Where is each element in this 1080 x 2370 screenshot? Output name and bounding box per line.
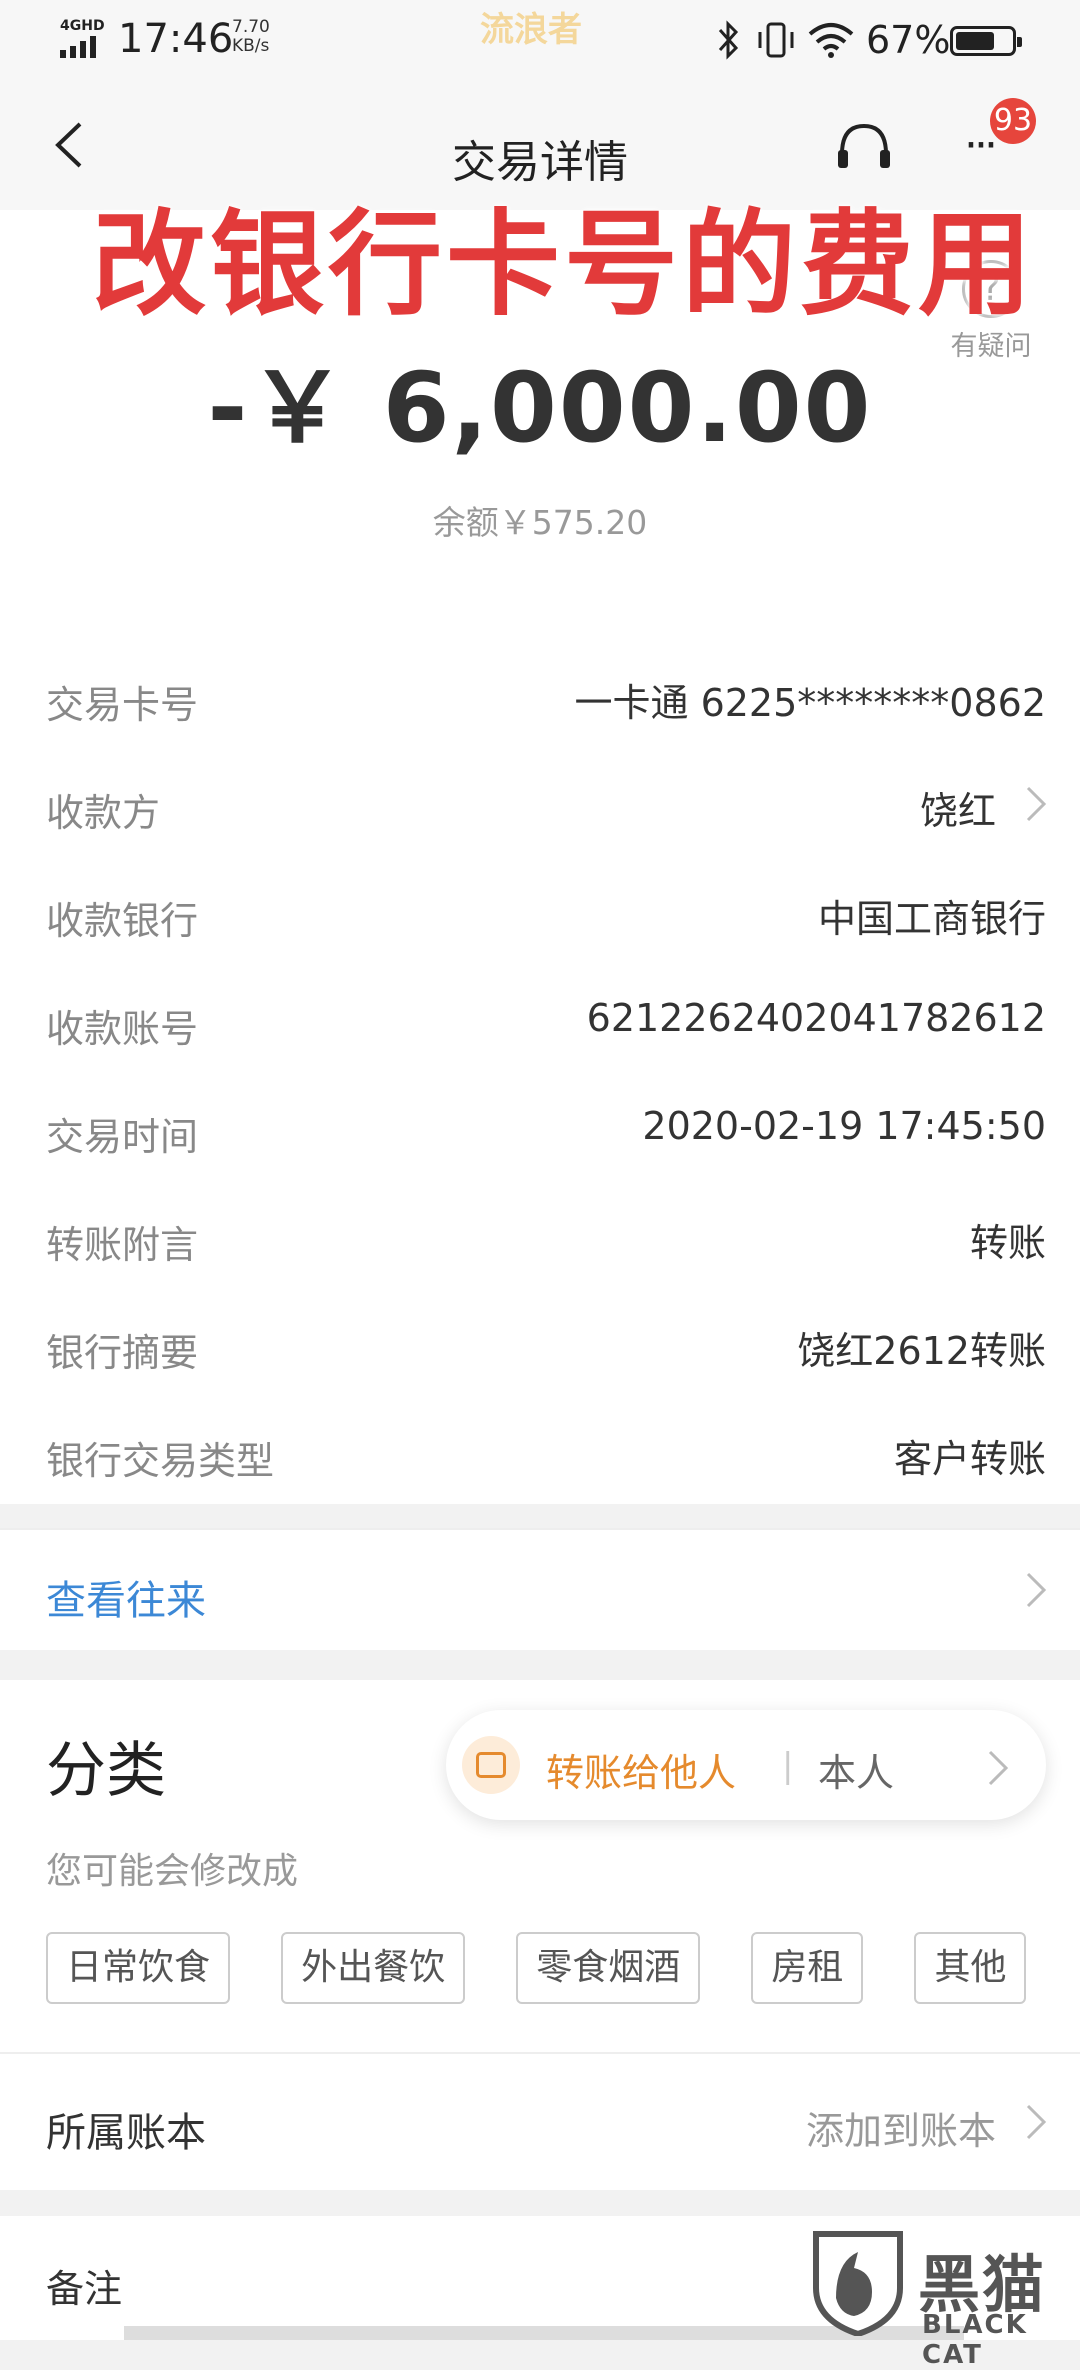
black-cat-logo: 黑猫 BLACK CAT xyxy=(810,2226,1080,2370)
detail-label: 转账附言 xyxy=(46,1223,199,1267)
category-tag[interactable]: 零食烟酒 xyxy=(516,1932,701,2004)
battery-percent: 67% xyxy=(866,18,951,62)
category-tags: 日常饮食 外出餐饮 零食烟酒 房租 其他 xyxy=(46,1932,1072,2004)
detail-row-memo: 转账附言 转账 xyxy=(0,1180,1080,1288)
category-title: 分类 xyxy=(46,1736,166,1806)
detail-row-summary: 银行摘要 饶红2612转账 xyxy=(0,1288,1080,1396)
status-bar: 4GHD 17:46 7.70 KB/s 流浪者 67% xyxy=(0,0,1080,80)
more-icon[interactable]: ··· xyxy=(964,120,998,171)
detail-row-type: 银行交易类型 客户转账 xyxy=(0,1396,1080,1504)
detail-label: 收款银行 xyxy=(46,899,199,943)
detail-value: 6212262402041782612 xyxy=(586,996,1046,1040)
view-history-link[interactable]: 查看往来 xyxy=(46,1568,206,1626)
category-selected: 转账给他人 xyxy=(546,1751,737,1795)
status-time: 17:46 xyxy=(118,16,234,62)
battery-icon xyxy=(950,26,1022,56)
transfer-icon xyxy=(462,1736,520,1794)
network-speed: 7.70 KB/s xyxy=(232,17,270,56)
account-book-row[interactable]: 所属账本 添加到账本 xyxy=(0,2052,1080,2192)
overlay-annotation: 改银行卡号的费用 xyxy=(92,198,1037,331)
note-label: 备注 xyxy=(46,2267,123,2311)
cat-shield-icon xyxy=(813,2231,903,2336)
detail-row-account: 收款账号 6212262402041782612 xyxy=(0,964,1080,1072)
detail-label: 银行交易类型 xyxy=(46,1439,275,1483)
detail-row-payee[interactable]: 收款方 饶红 xyxy=(0,748,1080,856)
detail-label: 银行摘要 xyxy=(46,1331,199,1375)
bluetooth-icon xyxy=(718,20,739,60)
chevron-right-icon xyxy=(988,1750,1009,1786)
category-selector[interactable]: 转账给他人 | 本人 xyxy=(446,1710,1046,1820)
category-tag[interactable]: 其他 xyxy=(914,1932,1027,2004)
transaction-amount: -￥ 6,000.00 xyxy=(207,352,873,464)
detail-value: 一卡通 6225********0862 xyxy=(574,681,1047,725)
view-history-row[interactable]: 查看往来 xyxy=(0,1528,1080,1650)
detail-row-bank: 收款银行 中国工商银行 xyxy=(0,856,1080,964)
category-tag[interactable]: 外出餐饮 xyxy=(281,1932,466,2004)
detail-value: 客户转账 xyxy=(893,1437,1046,1481)
detail-row-card: 交易卡号 一卡通 6225********0862 xyxy=(0,640,1080,748)
account-book-value: 添加到账本 xyxy=(805,2109,996,2153)
detail-label: 交易时间 xyxy=(46,1115,199,1159)
detail-value: 饶红2612转账 xyxy=(797,1329,1046,1373)
category-tag[interactable]: 房租 xyxy=(751,1932,864,2004)
detail-label: 收款方 xyxy=(46,791,161,835)
category-separator: | xyxy=(782,1746,794,1786)
detail-row-time: 交易时间 2020-02-19 17:45:50 xyxy=(0,1072,1080,1180)
detail-label: 收款账号 xyxy=(46,1007,199,1051)
notification-badge: 93 xyxy=(990,98,1036,144)
logo-text-en: BLACK CAT xyxy=(922,2310,1028,2370)
detail-label: 交易卡号 xyxy=(46,683,199,727)
detail-value: 饶红 xyxy=(919,789,996,833)
vibrate-icon xyxy=(758,22,794,58)
category-section: 分类 转账给他人 | 本人 您可能会修改成 日常饮食 外出餐饮 零食烟酒 房租 … xyxy=(0,1680,1080,2190)
chevron-right-icon xyxy=(1026,1572,1047,1608)
account-book-label: 所属账本 xyxy=(46,2110,206,2156)
chevron-right-icon xyxy=(1026,786,1047,822)
details-list: 交易卡号 一卡通 6225********0862 收款方 饶红 收款银行 中国… xyxy=(0,640,1080,1504)
watermark-text: 流浪者 xyxy=(480,10,582,50)
detail-value: 中国工商银行 xyxy=(817,897,1046,941)
signal-icon xyxy=(60,36,96,58)
network-indicator: 4GHD xyxy=(60,18,105,34)
category-tag[interactable]: 日常饮食 xyxy=(46,1932,231,2004)
detail-value: 2020-02-19 17:45:50 xyxy=(642,1104,1046,1148)
category-secondary: 本人 xyxy=(818,1751,895,1795)
category-hint: 您可能会修改成 xyxy=(46,1851,299,1892)
chevron-right-icon xyxy=(1026,2104,1047,2140)
headset-icon[interactable] xyxy=(834,120,894,176)
wifi-icon xyxy=(808,23,854,58)
detail-value: 转账 xyxy=(969,1221,1046,1265)
balance-text: 余额￥575.20 xyxy=(432,503,648,542)
